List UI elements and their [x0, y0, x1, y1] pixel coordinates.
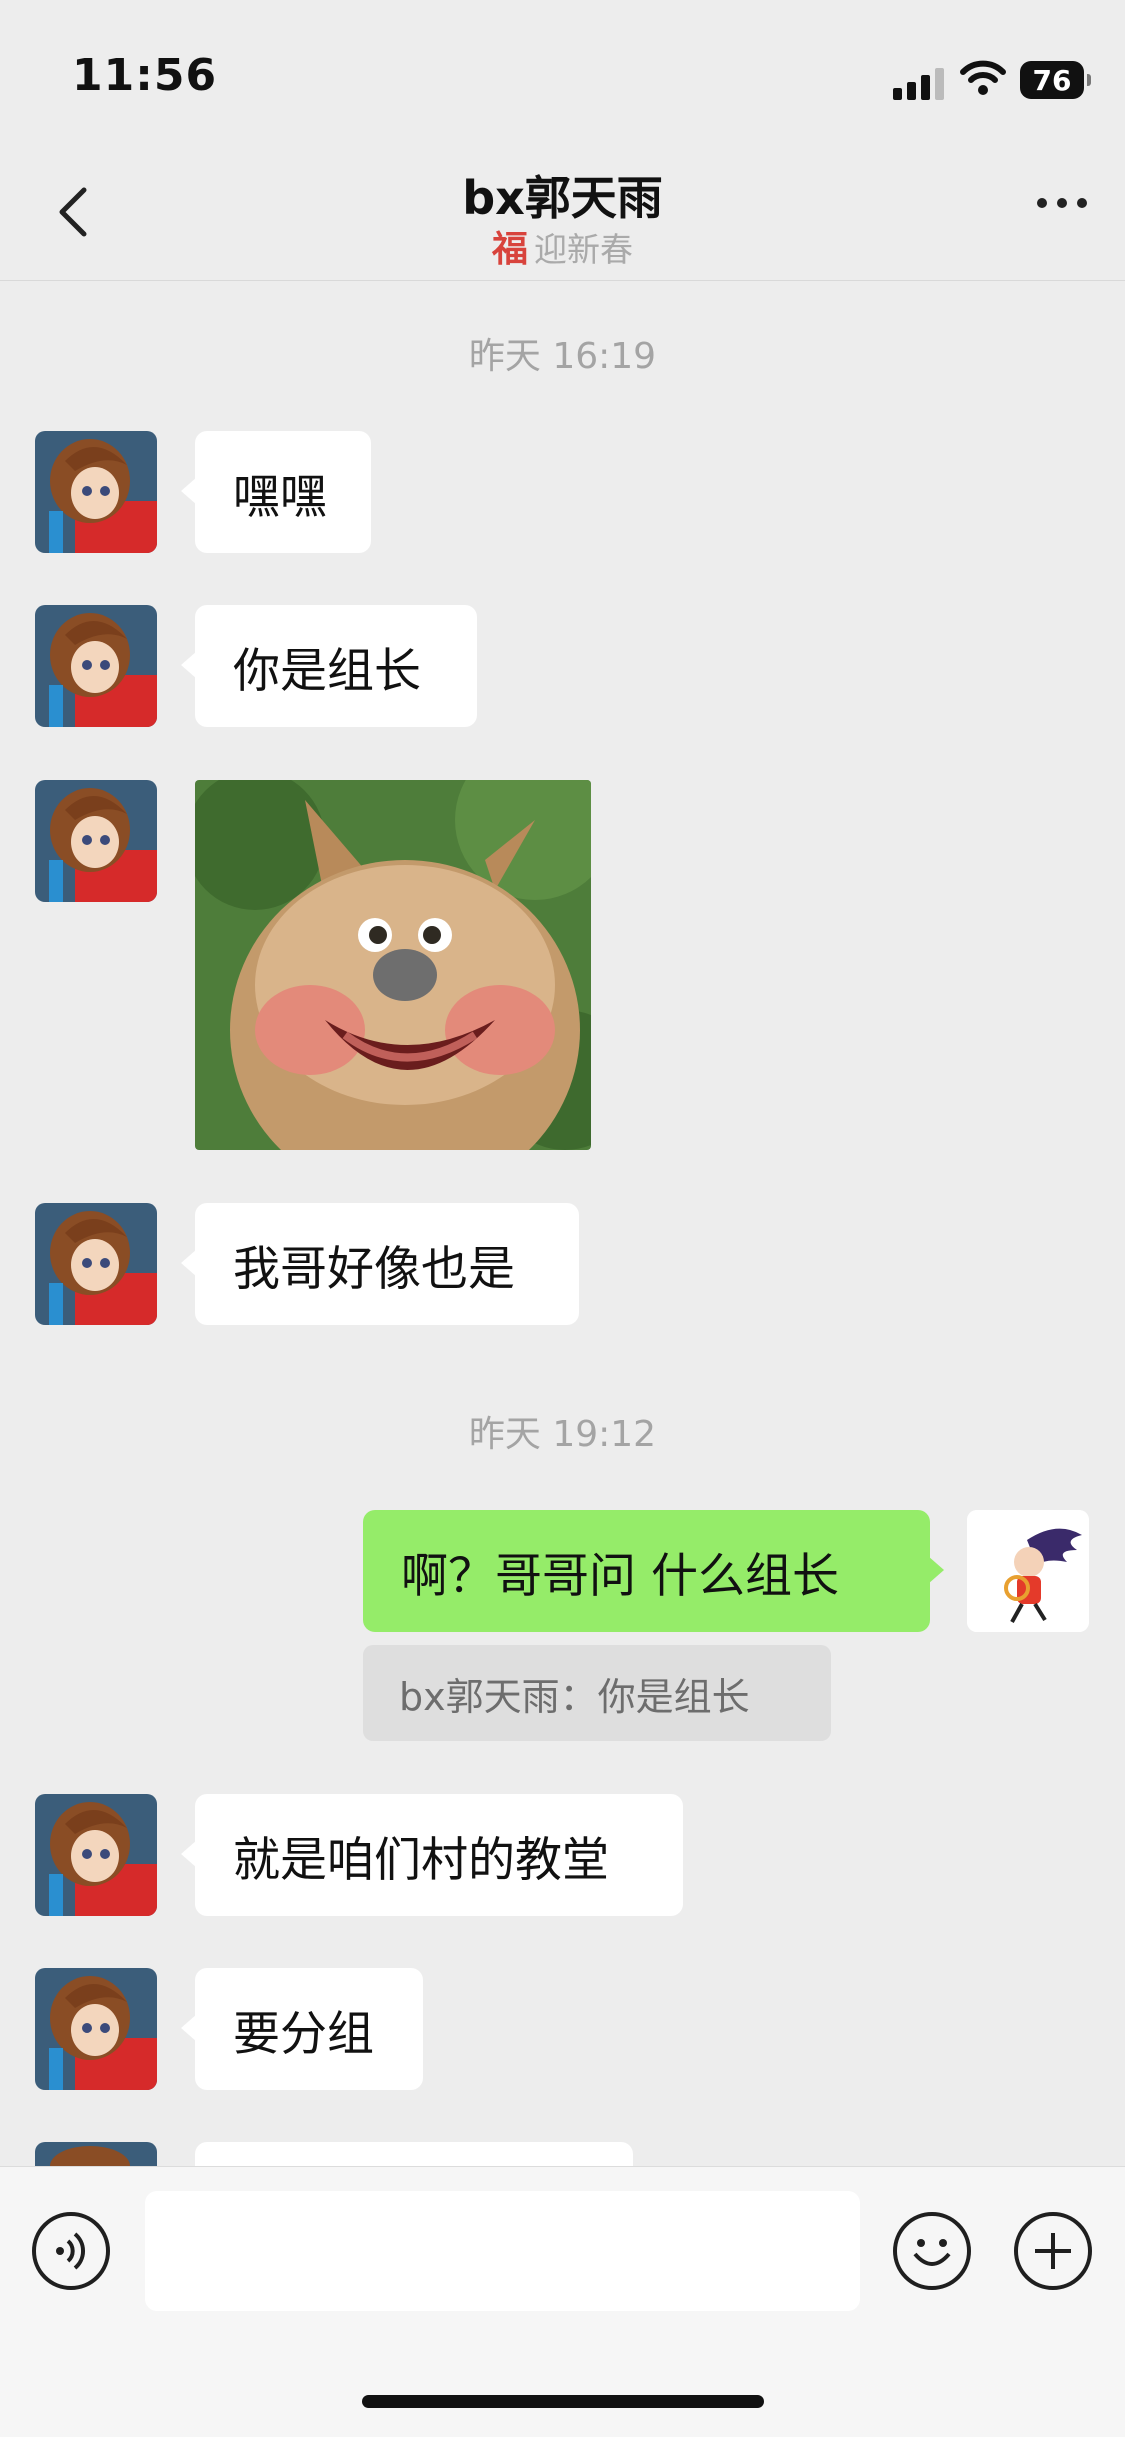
- plus-icon[interactable]: [1014, 2212, 1092, 2290]
- chat-header: bx郭天雨 福迎新春: [0, 140, 1125, 281]
- fu-icon: 福: [491, 228, 528, 270]
- battery-level: 76: [1032, 63, 1072, 97]
- status-bar: 11:56 76: [0, 0, 1125, 140]
- message-bubble[interactable]: 嘿嘿: [181, 431, 371, 553]
- self-message-bubble[interactable]: 啊？哥哥问 什么组长: [363, 1510, 944, 1632]
- wifi-icon: [960, 60, 1006, 95]
- contact-avatar[interactable]: [35, 2142, 157, 2166]
- battery-icon: 76: [1020, 61, 1091, 99]
- chat-title: bx郭天雨: [462, 171, 663, 225]
- contact-avatar[interactable]: [35, 1203, 157, 1325]
- contact-avatar[interactable]: [35, 1794, 157, 1916]
- home-indicator[interactable]: [362, 2395, 764, 2408]
- message-bubble[interactable]: 要分组: [181, 1968, 423, 2090]
- message-bubble[interactable]: 就是咱们村的教堂: [181, 1794, 683, 1916]
- contact-avatar[interactable]: [35, 431, 157, 553]
- chat-status-text: 迎新春: [534, 230, 633, 269]
- message-input[interactable]: [145, 2191, 860, 2311]
- more-dots-icon[interactable]: [1037, 198, 1087, 208]
- quoted-message[interactable]: bx郭天雨：你是组长: [363, 1645, 831, 1741]
- message-bubble-partial[interactable]: [195, 2142, 633, 2166]
- status-time: 11:56: [72, 50, 218, 101]
- message-timestamp: 昨天 19:12: [468, 1414, 657, 1455]
- contact-avatar[interactable]: [35, 605, 157, 727]
- emoji-icon[interactable]: [893, 2212, 971, 2290]
- self-avatar[interactable]: [967, 1510, 1089, 1632]
- voice-icon[interactable]: [32, 2212, 110, 2290]
- message-timestamp: 昨天 16:19: [468, 336, 657, 377]
- bear-sticker-image[interactable]: [195, 780, 591, 1150]
- message-bubble[interactable]: 我哥好像也是: [181, 1203, 579, 1325]
- contact-avatar[interactable]: [35, 1968, 157, 2090]
- contact-avatar[interactable]: [35, 780, 157, 902]
- message-bubble[interactable]: 你是组长: [181, 605, 477, 727]
- chat-status: 福迎新春: [0, 220, 1125, 272]
- cellular-signal-icon: [893, 68, 944, 100]
